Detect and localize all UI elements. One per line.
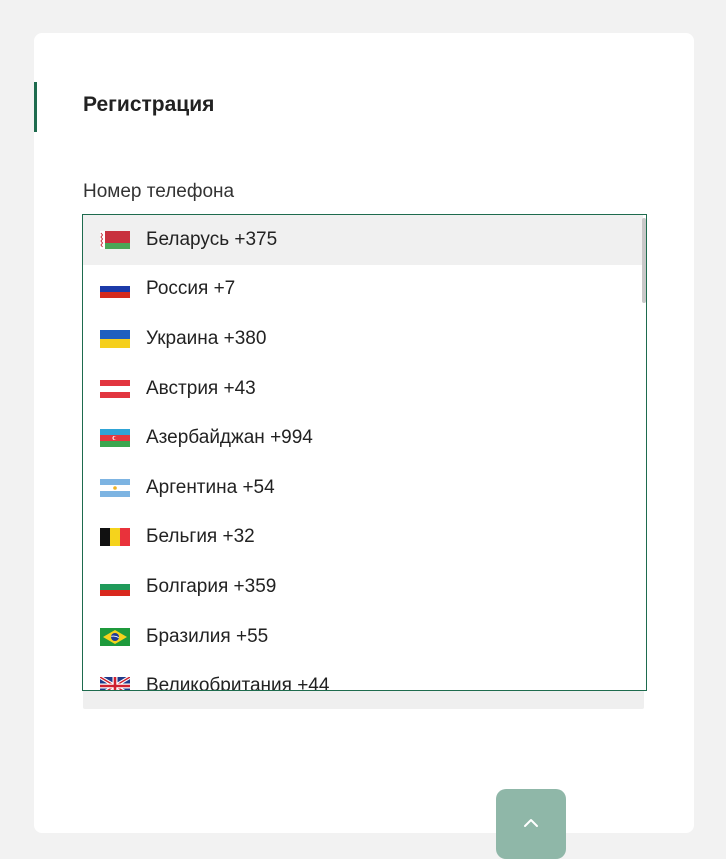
country-option-label: Бельгия +32: [146, 526, 255, 548]
page-title: Регистрация: [83, 93, 215, 116]
phone-field-label: Номер телефона: [83, 181, 235, 202]
country-option-label: Аргентина +54: [146, 476, 275, 498]
country-option-label: Австрия +43: [146, 377, 256, 399]
country-code-dropdown[interactable]: Беларусь +375 Россия +7 Украина +380 Авс…: [82, 214, 647, 691]
uk-flag-icon: [100, 677, 130, 690]
azerbaijan-flag-icon: [100, 429, 130, 448]
country-option-label: Украина +380: [146, 327, 267, 349]
country-option-label: Великобритания +44: [146, 675, 330, 691]
country-option-label: Беларусь +375: [146, 228, 278, 250]
dropdown-scrollbar[interactable]: [641, 215, 646, 690]
country-option-belarus[interactable]: Беларусь +375: [83, 215, 643, 265]
argentina-flag-icon: [100, 478, 130, 497]
title-accent-bar: [34, 82, 37, 132]
country-option-belgium[interactable]: Бельгия +32: [83, 513, 643, 563]
country-option-azerbaijan[interactable]: Азербайджан +994: [83, 413, 643, 463]
austria-flag-icon: [100, 379, 130, 398]
bulgaria-flag-icon: [100, 577, 130, 596]
dropdown-scrollbar-thumb[interactable]: [642, 218, 646, 303]
country-option-uk[interactable]: Великобритания +44: [83, 661, 643, 691]
country-option-label: Болгария +359: [146, 575, 277, 597]
belarus-flag-icon: [100, 230, 130, 249]
country-option-label: Азербайджан +994: [146, 427, 313, 449]
belgium-flag-icon: [100, 528, 130, 547]
country-option-label: Бразилия +55: [146, 625, 269, 647]
country-option-argentina[interactable]: Аргентина +54: [83, 463, 643, 513]
country-option-label: Россия +7: [146, 278, 236, 300]
ukraine-flag-icon: [100, 329, 130, 348]
chevron-up-icon: [523, 815, 539, 833]
brazil-flag-icon: [100, 627, 130, 646]
scroll-to-top-button[interactable]: [496, 789, 566, 859]
registration-card: Регистрация Номер телефона Беларусь +375…: [34, 33, 694, 833]
country-option-brazil[interactable]: Бразилия +55: [83, 612, 643, 662]
country-option-bulgaria[interactable]: Болгария +359: [83, 562, 643, 612]
country-option-austria[interactable]: Австрия +43: [83, 364, 643, 414]
russia-flag-icon: [100, 280, 130, 299]
country-option-ukraine[interactable]: Украина +380: [83, 314, 643, 364]
country-option-russia[interactable]: Россия +7: [83, 265, 643, 315]
country-list: Беларусь +375 Россия +7 Украина +380 Авс…: [83, 215, 643, 691]
